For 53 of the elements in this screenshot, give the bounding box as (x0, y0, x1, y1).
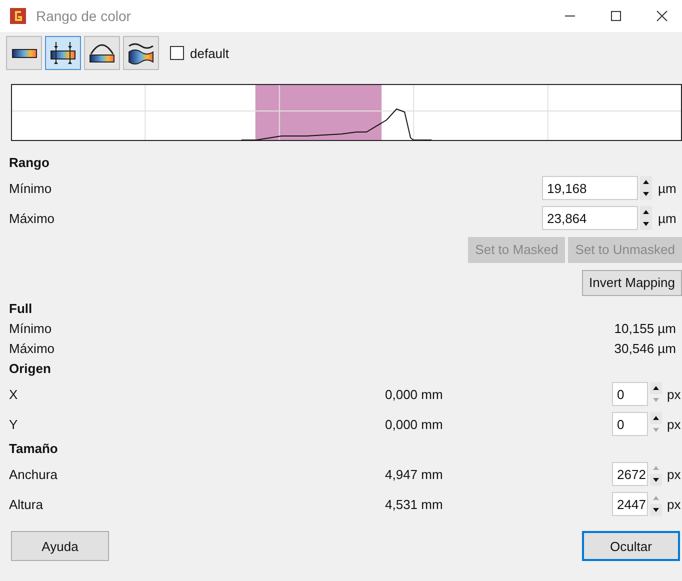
color-bar-icon (12, 48, 36, 58)
field-label: Altura (9, 496, 44, 512)
spin-down-icon[interactable] (650, 474, 662, 486)
value-text: 0,000 mm (385, 386, 443, 402)
value-text: 0,000 mm (385, 416, 443, 432)
section-heading: Rango (9, 154, 50, 172)
help-button[interactable]: Ayuda (11, 531, 109, 561)
wave-mode-button[interactable] (123, 36, 159, 70)
gradient-mode-button[interactable] (6, 36, 42, 70)
spin-up-icon[interactable] (650, 412, 662, 424)
unit-label: px (666, 496, 682, 512)
range-mode-button[interactable] (45, 36, 81, 70)
field-label: Máximo (9, 340, 55, 358)
range-markers-icon (50, 40, 76, 66)
value-text: 4,947 mm (385, 466, 443, 482)
unit-label: px (666, 386, 682, 402)
number-field[interactable]: 0 (612, 412, 648, 436)
default-label: default (190, 46, 230, 60)
number-field[interactable]: 0 (612, 382, 648, 406)
invert-mapping-button[interactable]: Invert Mapping (582, 270, 682, 296)
default-checkbox[interactable] (170, 46, 184, 60)
unit-label: µm (657, 210, 678, 226)
unit-label: px (666, 416, 682, 432)
maximize-icon[interactable] (610, 10, 622, 22)
spin-up-icon[interactable] (640, 176, 652, 188)
hide-button[interactable]: Ocultar (582, 531, 680, 561)
unit-label: px (666, 466, 682, 482)
field-label: X (9, 386, 19, 402)
spin-up-icon[interactable] (640, 206, 652, 218)
field-label: Máximo (9, 210, 55, 226)
section-heading: Tamaño (9, 440, 59, 458)
field-label: Mínimo (9, 320, 52, 338)
spin-up-icon[interactable] (650, 382, 662, 394)
number-field[interactable]: 23,864 (542, 206, 638, 230)
field-label: Mínimo (9, 180, 52, 196)
spin-down-icon[interactable] (640, 218, 652, 230)
close-icon[interactable] (656, 10, 668, 22)
value-text: 4,531 mm (385, 496, 443, 512)
section-heading: Origen (9, 360, 52, 378)
number-field[interactable]: 19,168 (542, 176, 638, 200)
app-logo-icon (10, 8, 26, 24)
window-title: Rango de color (36, 8, 131, 24)
field-label: Anchura (9, 466, 58, 482)
value-text: 30,546 µm (614, 340, 676, 358)
field-label: Y (9, 416, 19, 432)
number-field[interactable]: 2447 (612, 492, 648, 516)
number-field[interactable]: 2672 (612, 462, 648, 486)
curve-mode-button[interactable] (84, 36, 120, 70)
unit-label: µm (657, 180, 678, 196)
value-text: 10,155 µm (614, 320, 676, 338)
spin-down-icon[interactable] (650, 504, 662, 516)
section-heading: Full (9, 300, 34, 318)
spin-down-icon[interactable] (640, 188, 652, 200)
